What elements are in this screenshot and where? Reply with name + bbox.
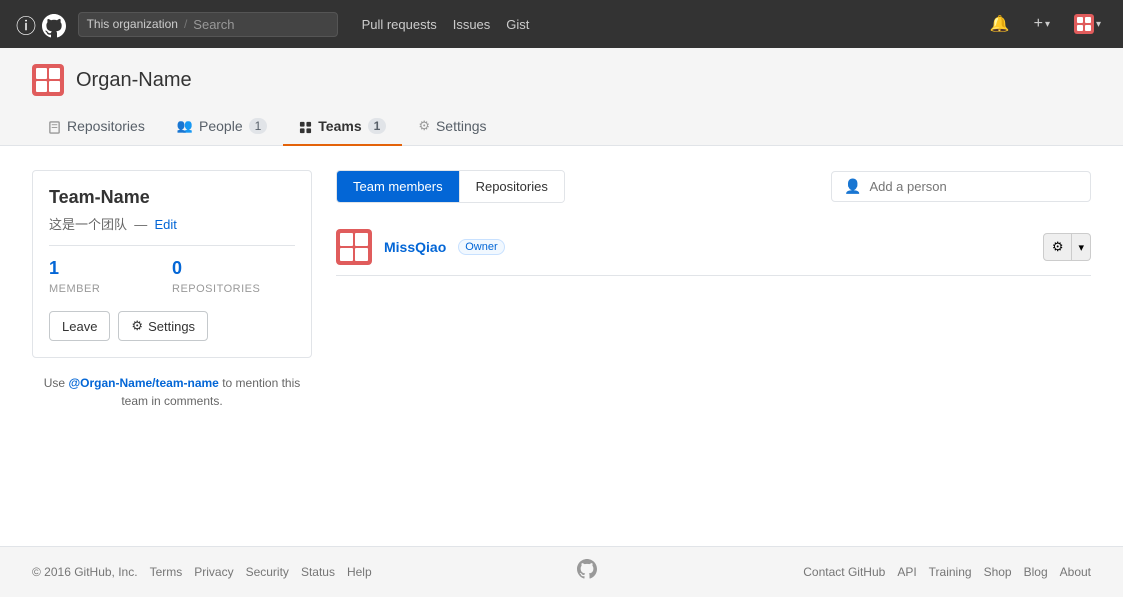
tab-people[interactable]: 👥 People 1 [161,108,283,146]
footer-center [372,559,804,585]
right-top-bar: Team members Repositories 👤 [336,170,1091,203]
tab-people-label: People [199,118,243,134]
team-settings-label: Settings [148,319,195,334]
footer-right: Contact GitHub API Training Shop Blog Ab… [803,565,1091,579]
leave-button[interactable]: Leave [49,311,110,341]
table-row: MissQiao Owner ⚙ ▾ [336,219,1091,276]
tab-settings[interactable]: ⚙ Settings [402,108,502,146]
mention-prefix: Use [44,376,65,390]
tab-repositories[interactable]: Repositories [32,108,161,146]
footer-link-api[interactable]: API [897,565,916,579]
search-divider: / [184,17,187,31]
tab-people-count: 1 [249,118,268,134]
footer-link-contact-github[interactable]: Contact GitHub [803,565,885,579]
header: ⓘ This organization / Pull requests Issu… [0,0,1123,48]
avatar [1074,14,1094,34]
settings-icon: ⚙ [418,118,430,134]
add-person-field[interactable]: 👤 [831,171,1091,202]
team-member-count: 1 [49,258,172,279]
header-right: 🔔 + ▾ ▾ [984,10,1107,38]
teams-icon [299,118,312,133]
people-icon: 👥 [177,118,193,134]
content-tab-buttons: Team members Repositories [336,170,565,203]
user-caret-icon: ▾ [1096,19,1101,30]
user-menu-button[interactable]: ▾ [1068,10,1107,38]
team-description-text: 这是一个团队 [49,217,127,232]
org-logo-icon [32,64,64,96]
footer-left: © 2016 GitHub, Inc. Terms Privacy Securi… [32,565,372,579]
add-person-input[interactable] [869,179,1078,194]
notifications-button[interactable]: 🔔 [984,10,1016,38]
member-username[interactable]: MissQiao [384,239,446,255]
search-context-label: This organization [87,17,178,31]
footer-link-terms[interactable]: Terms [150,565,183,579]
footer: © 2016 GitHub, Inc. Terms Privacy Securi… [0,546,1123,597]
person-icon: 👤 [844,178,861,195]
org-section: Organ-Name Repositories 👥 People 1 [0,48,1123,146]
tab-teams-count: 1 [368,118,387,134]
member-actions: ⚙ ▾ [1043,233,1091,261]
team-members-tab-button[interactable]: Team members [337,171,459,202]
member-gear-button-group: ⚙ ▾ [1043,233,1091,261]
footer-link-shop[interactable]: Shop [984,565,1012,579]
create-caret-icon: ▾ [1045,19,1050,30]
left-panel: Team-Name 这是一个团队 — Edit 1 MEMBER 0 REPOS… [32,170,312,522]
member-avatar [336,229,372,265]
team-description: 这是一个团队 — Edit [49,214,295,233]
team-settings-button[interactable]: ⚙ Settings [118,311,208,341]
footer-link-blog[interactable]: Blog [1024,565,1048,579]
team-actions: Leave ⚙ Settings [49,311,295,341]
search-input[interactable] [193,17,313,32]
tab-teams[interactable]: Teams 1 [283,108,402,146]
issues-link[interactable]: Issues [453,17,491,32]
team-repo-label: REPOSITORIES [172,283,260,295]
repositories-tab-button[interactable]: Repositories [459,171,564,202]
bell-icon: 🔔 [990,14,1010,34]
mention-info: Use @Organ-Name/team-name to mention thi… [32,374,312,410]
github-logo-icon[interactable]: ⓘ [16,10,66,39]
footer-link-help[interactable]: Help [347,565,372,579]
team-member-label: MEMBER [49,283,100,295]
footer-link-training[interactable]: Training [929,565,972,579]
gist-link[interactable]: Gist [506,17,529,32]
pull-requests-link[interactable]: Pull requests [362,17,437,32]
tab-settings-label: Settings [436,118,487,134]
team-repo-stat: 0 REPOSITORIES [172,258,295,295]
org-tabs: Repositories 👥 People 1 Teams 1 ⚙ Settin… [32,108,1091,145]
footer-link-status[interactable]: Status [301,565,335,579]
copyright-text: © 2016 GitHub, Inc. [32,565,138,579]
tab-repositories-label: Repositories [67,118,145,134]
tab-teams-label: Teams [318,118,361,134]
main-content: Team-Name 这是一个团队 — Edit 1 MEMBER 0 REPOS… [0,146,1123,546]
member-list: MissQiao Owner ⚙ ▾ [336,219,1091,276]
team-name: Team-Name [49,187,295,208]
gear-icon: ⚙ [131,318,143,334]
footer-link-security[interactable]: Security [246,565,289,579]
team-edit-link[interactable]: Edit [154,217,176,232]
gear-icon: ⚙ [1052,239,1064,255]
member-gear-caret-button[interactable]: ▾ [1072,233,1091,261]
team-card: Team-Name 这是一个团队 — Edit 1 MEMBER 0 REPOS… [32,170,312,358]
member-role-badge: Owner [458,239,504,255]
caret-down-icon: ▾ [1078,241,1084,254]
repo-icon [48,118,61,133]
org-name: Organ-Name [76,69,192,92]
create-new-button[interactable]: + ▾ [1028,11,1056,37]
team-member-stat: 1 MEMBER [49,258,172,295]
mention-handle[interactable]: @Organ-Name/team-name [68,376,218,390]
org-header: Organ-Name [32,64,1091,96]
plus-icon: + [1034,15,1043,33]
team-stats: 1 MEMBER 0 REPOSITORIES [49,245,295,295]
team-repo-count: 0 [172,258,295,279]
right-panel: Team members Repositories 👤 MissQiao Own… [336,170,1091,522]
footer-link-privacy[interactable]: Privacy [194,565,233,579]
header-nav: Pull requests Issues Gist [362,17,530,32]
footer-link-about[interactable]: About [1060,565,1091,579]
search-bar[interactable]: This organization / [78,12,338,37]
member-gear-button[interactable]: ⚙ [1043,233,1073,261]
footer-github-logo-icon [577,559,597,585]
